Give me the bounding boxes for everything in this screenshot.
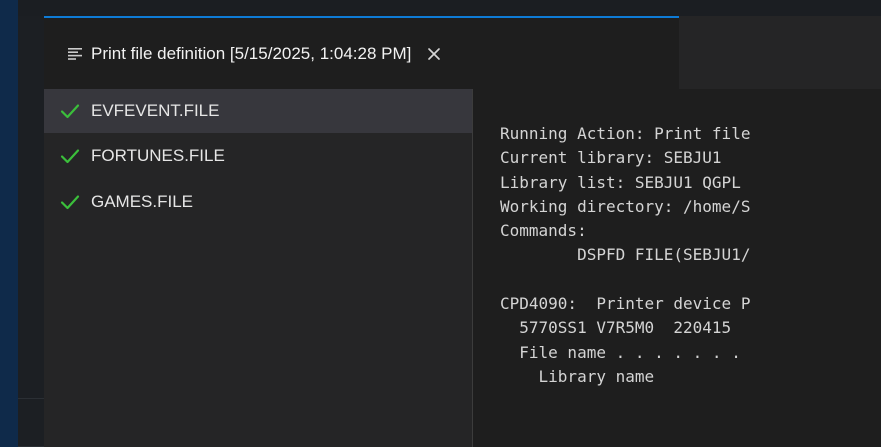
output-pane[interactable]: Running Action: Print file Current libra… xyxy=(473,89,881,447)
file-list: EVFEVENT.FILE FORTUNES.FILE GAMES.FILE xyxy=(44,89,473,447)
output-line: CPD4090: Printer device P xyxy=(500,294,751,314)
output-line: Commands: xyxy=(500,221,587,241)
output-line: Library name xyxy=(500,366,655,386)
window-top-strip xyxy=(18,0,881,16)
output-text: Running Action: Print file Current libra… xyxy=(500,122,750,389)
output-line: Library list: SEBJU1 QGPL xyxy=(500,172,741,192)
file-label: EVFEVENT.FILE xyxy=(91,101,220,120)
list-item[interactable]: EVFEVENT.FILE xyxy=(44,89,472,133)
check-icon xyxy=(59,103,81,119)
output-line: Working directory: /home/S xyxy=(500,196,751,216)
list-item[interactable]: FORTUNES.FILE xyxy=(44,133,472,179)
file-label: FORTUNES.FILE xyxy=(91,146,225,165)
check-icon xyxy=(59,194,81,210)
check-icon xyxy=(59,148,81,164)
output-line: DSPFD FILE(SEBJU1/ xyxy=(500,245,751,265)
tab-title: Print file definition [5/15/2025, 1:04:2… xyxy=(91,43,412,63)
tab-bar: Print file definition [5/15/2025, 1:04:2… xyxy=(44,16,881,89)
gutter-divider xyxy=(18,398,44,399)
output-line: 5770SS1 V7R5M0 220415 xyxy=(500,318,732,338)
editor-panel: Print file definition [5/15/2025, 1:04:2… xyxy=(44,16,881,447)
lines-icon xyxy=(68,47,82,61)
left-gutter xyxy=(18,16,44,447)
output-line: File name . . . . . . . xyxy=(500,342,741,362)
output-line: Running Action: Print file xyxy=(500,124,751,143)
list-item[interactable]: GAMES.FILE xyxy=(44,179,472,225)
output-line: Current library: SEBJU1 xyxy=(500,148,722,168)
tab-print-file-definition[interactable]: Print file definition [5/15/2025, 1:04:2… xyxy=(44,16,679,89)
file-label: GAMES.FILE xyxy=(91,192,194,211)
close-icon[interactable] xyxy=(425,45,443,63)
